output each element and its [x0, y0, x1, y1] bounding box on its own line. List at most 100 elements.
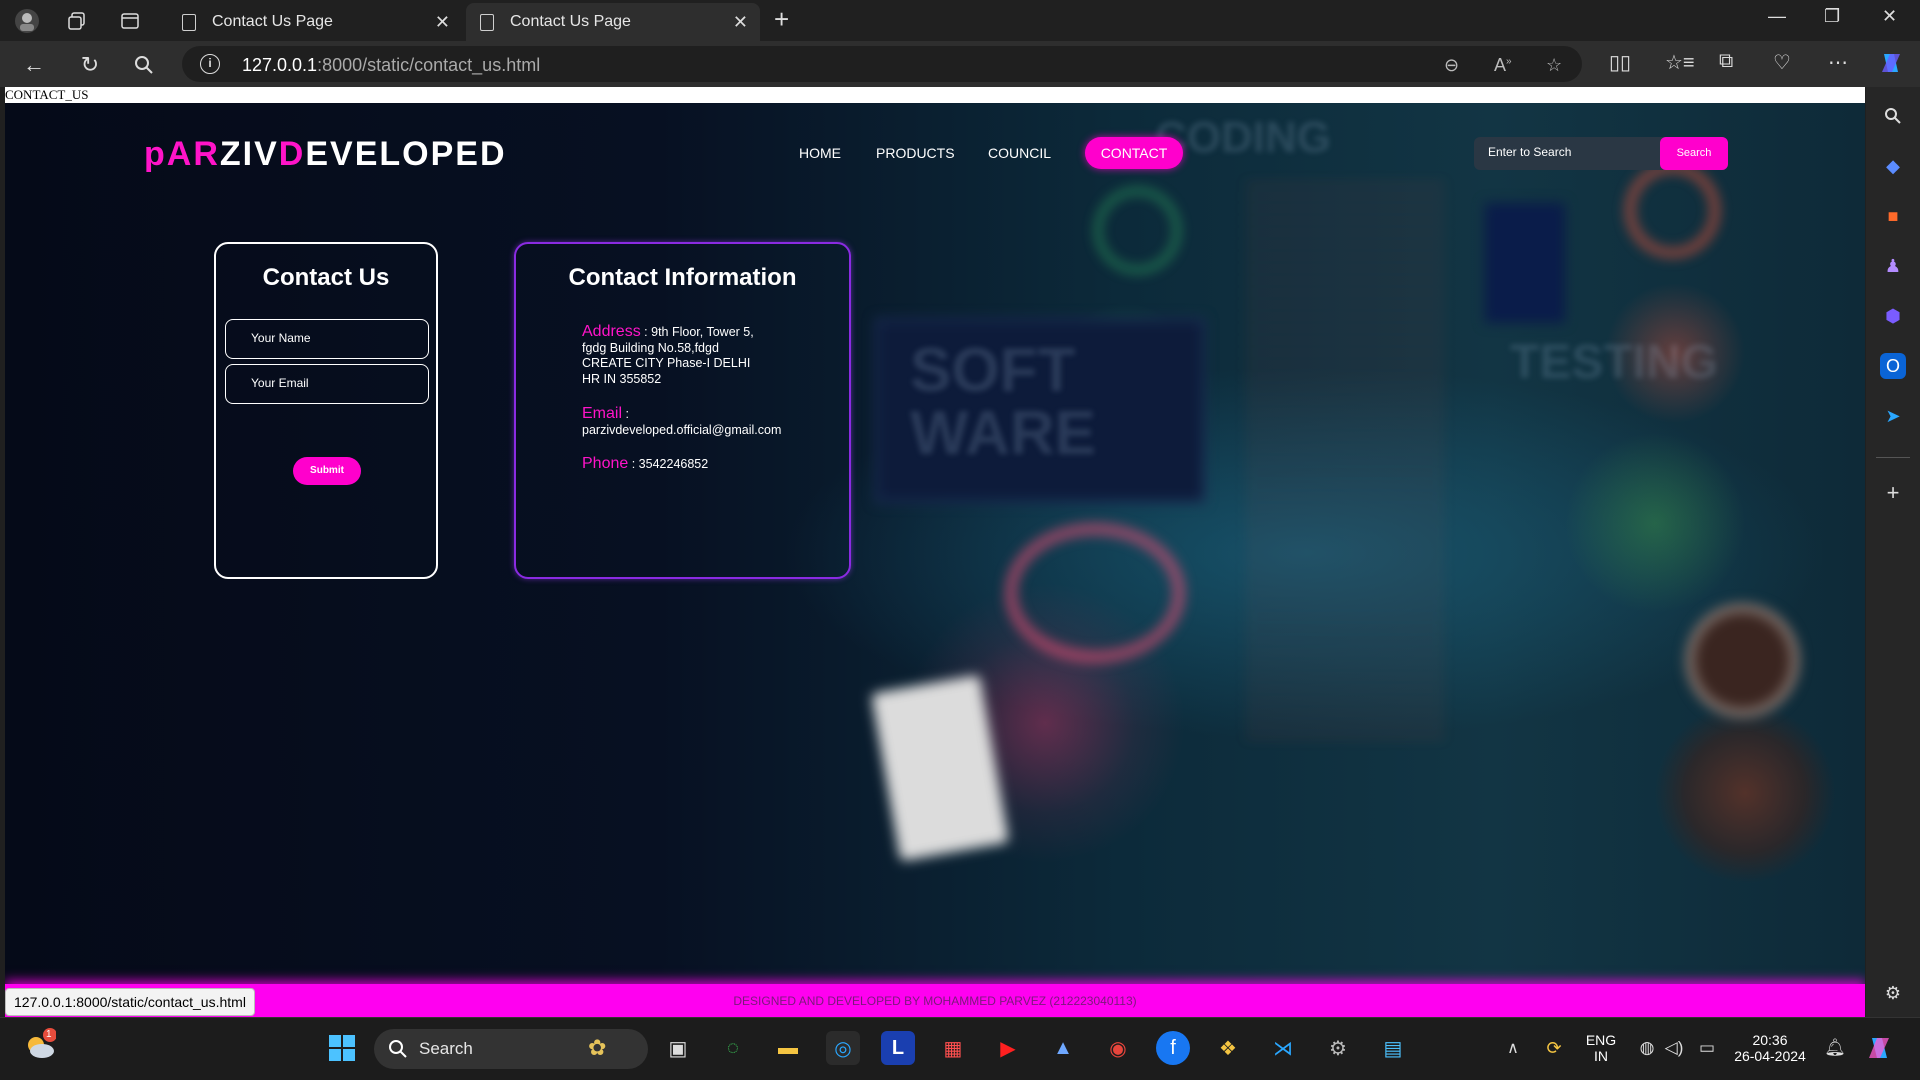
site-footer: DESIGNED AND DEVELOPED BY MOHAMMED PARVE… — [5, 984, 1865, 1017]
minimize-icon[interactable]: — — [1768, 6, 1786, 27]
games-icon[interactable]: ♟ — [1880, 253, 1906, 279]
back-arrow-icon[interactable]: ← — [18, 49, 50, 81]
windows-taskbar: 1 Search ✿ ▣ ◌ ▬ ◎ L ▦ ▶ ▲ ◉ f ❖ ⋊ ⚙ ▤ ∧… — [0, 1017, 1920, 1080]
nav-council[interactable]: COUNCIL — [988, 145, 1051, 161]
nav-contact[interactable]: CONTACT — [1085, 137, 1183, 169]
phone-block: Phone : 3542246852 — [582, 456, 708, 473]
workspaces-icon[interactable] — [62, 6, 92, 36]
file-explorer-icon[interactable]: ▬ — [771, 1031, 805, 1065]
restore-icon[interactable]: ❐ — [1824, 6, 1840, 27]
zoom-out-icon[interactable]: ⊖ — [1444, 55, 1459, 76]
split-screen-icon[interactable]: ▯▯ — [1609, 50, 1631, 75]
add-sidebar-plus-icon[interactable]: + — [1880, 480, 1906, 506]
arc-app-icon[interactable]: ▲ — [1046, 1031, 1080, 1065]
battery-icon[interactable]: ▭ — [1690, 1031, 1724, 1065]
nav-products[interactable]: PRODUCTS — [876, 145, 955, 161]
facebook-icon[interactable]: f — [1156, 1031, 1190, 1065]
new-tab-plus-icon[interactable]: + — [774, 4, 789, 35]
window-close-icon[interactable]: ✕ — [1882, 6, 1897, 27]
address-line-2: fgdg Building No.58,fdgd — [582, 340, 719, 355]
copilot-taskbar-icon[interactable] — [1862, 1031, 1896, 1065]
vertical-tabs-icon[interactable] — [115, 6, 145, 36]
collections-icon[interactable]: ⧉ — [1719, 50, 1733, 73]
favorites-icon[interactable]: ☆≡ — [1665, 50, 1695, 75]
address-line-3: CREATE CITY Phase-I DELHI — [582, 356, 751, 370]
weather-widget-icon[interactable]: 1 — [22, 1028, 56, 1062]
send-icon[interactable]: ➤ — [1880, 403, 1906, 429]
page-icon — [182, 13, 196, 31]
copilot-icon[interactable] — [1878, 50, 1904, 82]
sidebar-settings-gear-icon[interactable]: ⚙ — [1880, 980, 1906, 1006]
bg-word-soft: SOFT — [910, 336, 1076, 405]
address-line-4: HR IN 355852 — [582, 371, 662, 386]
weather-badge: 1 — [46, 1029, 52, 1040]
contact-info-title: Contact Information — [568, 264, 797, 291]
search-highlight-icon: ✿ — [588, 1035, 607, 1060]
outlook-icon[interactable]: O — [1880, 353, 1906, 379]
contact-form-title: Contact Us — [262, 264, 390, 291]
site-info-icon[interactable]: i — [200, 54, 220, 74]
microsoft-365-icon[interactable]: ⬢ — [1880, 303, 1906, 329]
language-indicator[interactable]: ENG IN — [1584, 1032, 1618, 1064]
email-field[interactable]: Your Email — [225, 364, 429, 404]
submit-button[interactable]: Submit — [293, 457, 361, 485]
settings-gear-icon[interactable]: ⚙ — [1321, 1031, 1355, 1065]
python-icon[interactable]: ❖ — [1211, 1031, 1245, 1065]
sync-icon[interactable]: ⟳ — [1537, 1031, 1571, 1065]
green-ring-app-icon[interactable]: ◌ — [716, 1031, 750, 1065]
show-hidden-icons-chevron-icon[interactable]: ∧ — [1496, 1031, 1530, 1065]
youtube-icon[interactable]: ▶ — [991, 1031, 1025, 1065]
more-options-icon[interactable]: ⋯ — [1828, 50, 1848, 75]
neon-ring-decoration — [1005, 523, 1185, 663]
coffee-cup-decoration — [1685, 603, 1800, 718]
logo-part-eveloped: EVELOPED — [305, 135, 507, 173]
l-app-icon[interactable]: L — [881, 1031, 915, 1065]
logo-part-par: pAR — [144, 135, 220, 173]
tools-briefcase-icon[interactable]: ■ — [1880, 203, 1906, 229]
address-line-1: : 9th Floor, Tower 5, — [640, 325, 754, 339]
search-icon[interactable] — [128, 49, 160, 81]
tab-contact-us-1[interactable]: Contact Us Page ✕ — [168, 3, 462, 41]
browser-essentials-icon[interactable]: ♡ — [1773, 50, 1791, 75]
taskbar-search[interactable]: Search ✿ — [374, 1029, 648, 1069]
name-field[interactable]: Your Name — [225, 319, 429, 359]
footer-credit: DESIGNED AND DEVELOPED BY MOHAMMED PARVE… — [733, 994, 1137, 1008]
close-icon[interactable]: ✕ — [435, 12, 450, 33]
sidebar-divider — [1876, 457, 1910, 458]
favorite-star-icon[interactable]: ☆ — [1546, 55, 1562, 76]
nav-home[interactable]: HOME — [799, 145, 841, 161]
hero-background: SOFT WARE TESTING CODING pARZIVDEVELOPED… — [5, 103, 1865, 1017]
edge-sidebar: ◆ ■ ♟ ⬢ O ➤ + ⚙ — [1866, 87, 1920, 1017]
address-toolbar: ← ↻ i 127.0.0.1:8000/static/contact_us.h… — [0, 41, 1920, 87]
notifications-bell-icon[interactable]: 🔔︎ — [1818, 1031, 1852, 1065]
start-windows-icon[interactable] — [325, 1031, 359, 1065]
task-view-icon[interactable]: ▣ — [661, 1031, 695, 1065]
clock-date: 26-04-2024 — [1734, 1048, 1806, 1064]
site-search-button[interactable]: Search — [1660, 137, 1728, 170]
region-code: IN — [1594, 1048, 1608, 1064]
vscode-icon[interactable]: ⋊ — [1266, 1031, 1300, 1065]
tab-title: Contact Us Page — [212, 13, 333, 30]
refresh-icon[interactable]: ↻ — [74, 49, 106, 81]
shopping-tag-icon[interactable]: ◆ — [1880, 153, 1906, 179]
phone-label: Phone — [582, 455, 629, 472]
site-search-input[interactable]: Enter to Search — [1488, 145, 1571, 159]
clock-time: 20:36 — [1752, 1032, 1788, 1048]
volume-icon[interactable]: ◁) — [1657, 1031, 1691, 1065]
read-aloud-icon[interactable]: A» — [1494, 55, 1512, 76]
logo-part-ziv: ZIV — [219, 135, 279, 173]
taskbar-search-icon — [389, 1040, 407, 1058]
url-bar[interactable]: i 127.0.0.1:8000/static/contact_us.html … — [182, 46, 1582, 82]
clock[interactable]: 20:36 26-04-2024 — [1732, 1032, 1808, 1064]
microsoft-store-icon[interactable]: ▦ — [936, 1031, 970, 1065]
tab-contact-us-2[interactable]: Contact Us Page ✕ — [466, 3, 760, 41]
site-logo[interactable]: pARZIVDEVELOPED — [144, 135, 507, 174]
sidebar-search-icon[interactable] — [1880, 103, 1906, 129]
edge-browser-icon[interactable]: ◎ — [826, 1031, 860, 1065]
close-icon[interactable]: ✕ — [733, 12, 748, 33]
url-text[interactable]: 127.0.0.1:8000/static/contact_us.html — [242, 55, 540, 76]
notepad-icon[interactable]: ▤ — [1376, 1031, 1410, 1065]
chrome-icon[interactable]: ◉ — [1101, 1031, 1135, 1065]
profile-avatar-icon[interactable] — [12, 6, 42, 36]
contact-info-card: Contact Information Address : 9th Floor,… — [514, 242, 851, 579]
